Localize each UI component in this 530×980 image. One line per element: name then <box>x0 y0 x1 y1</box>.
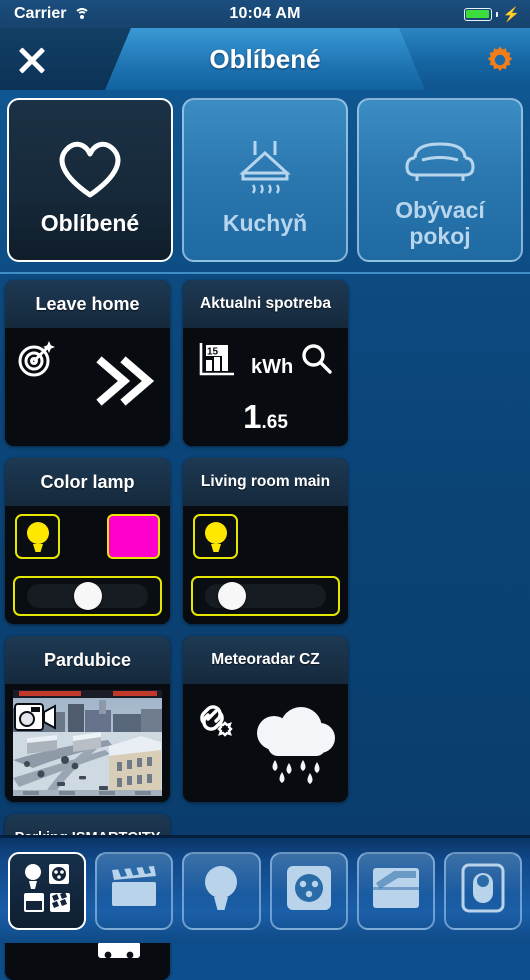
slider-knob[interactable] <box>218 582 247 610</box>
room-tab-label: Kuchyň <box>222 210 308 237</box>
light-bulb-icon[interactable] <box>15 514 60 559</box>
tile-header: Meteoradar CZ <box>183 636 348 684</box>
clock-label: 10:04 AM <box>229 5 301 22</box>
tab-blinds[interactable] <box>356 851 435 930</box>
thermostat-icon <box>459 863 507 918</box>
room-tab-label: Oblíbené <box>40 210 140 237</box>
tab-thermostat[interactable] <box>443 851 523 930</box>
tile-title: Pardubice <box>43 649 132 670</box>
light-bulb-icon[interactable] <box>193 514 238 559</box>
consumption-value-integer: 1 <box>243 398 262 435</box>
tile-living-room-main[interactable]: Living room main <box>183 458 348 624</box>
tile-title: Leave home <box>35 293 140 314</box>
tile-body <box>183 506 348 624</box>
tile-title: Color lamp <box>40 471 135 492</box>
double-chevron-right-icon <box>94 350 156 417</box>
target-scene-icon <box>16 338 58 385</box>
tile-body <box>5 506 170 624</box>
rain-cloud-icon <box>244 700 338 791</box>
socket-outlet-icon <box>284 863 334 918</box>
tile-leave-home[interactable]: Leave home <box>5 280 170 446</box>
battery-cap <box>495 11 498 17</box>
wifi-icon <box>73 7 90 21</box>
tile-title: Living room main <box>200 473 331 490</box>
slider-knob[interactable] <box>73 582 102 610</box>
consumption-value: 1.65 <box>183 398 348 436</box>
tile-body: 15 kWh 1.65 <box>183 328 348 446</box>
link-chain-icon <box>195 698 235 743</box>
consumption-value-decimal: .65 <box>261 412 288 433</box>
room-tab-label: Obývací pokoj <box>395 197 485 249</box>
room-tab-kitchen[interactable]: Kuchyň <box>182 98 348 262</box>
tile-body <box>5 328 170 446</box>
status-bar: Carrier 10:04 AM ⚡ <box>0 0 530 28</box>
room-tab-livingroom[interactable]: Obývací pokoj <box>357 98 523 262</box>
tile-color-lamp[interactable]: Color lamp <box>5 458 170 624</box>
tab-scenes[interactable] <box>95 851 174 930</box>
color-swatch[interactable] <box>107 514 160 559</box>
consumption-unit: kWh <box>251 356 294 378</box>
room-tab-strip: Oblíbené Kuchyň Obývací pokoj <box>0 90 530 272</box>
chart-badge-value: 15 <box>207 347 219 358</box>
tile-consumption[interactable]: Aktualni spotreba 15 kWh 1.65 <box>183 280 348 446</box>
tile-header: Aktualni spotreba <box>183 280 348 328</box>
tab-all-devices[interactable] <box>8 851 87 930</box>
magnifier-icon[interactable] <box>300 342 334 381</box>
tile-grid: Leave home Aktualni spotreba 15 kWh 1.65… <box>0 272 530 980</box>
close-x-icon[interactable] <box>10 38 54 82</box>
scenes-clapper-icon <box>108 865 160 915</box>
battery-full-icon <box>463 7 492 21</box>
tile-header: Leave home <box>5 280 170 328</box>
tile-header: Color lamp <box>5 458 170 506</box>
tile-body <box>183 684 348 802</box>
tile-header: Living room main <box>183 458 348 506</box>
blinds-shutter-icon <box>370 865 422 916</box>
dimmer-slider[interactable] <box>13 576 162 616</box>
status-bar-left: Carrier <box>0 5 180 23</box>
heart-icon <box>53 123 127 201</box>
range-hood-icon <box>225 123 305 201</box>
tile-title: Aktualni spotreba <box>200 295 331 312</box>
tile-body <box>5 684 170 802</box>
gear-icon[interactable] <box>478 38 522 82</box>
app-header: Oblíbené <box>0 28 530 90</box>
carrier-label: Carrier <box>14 5 67 22</box>
tile-title: Meteoradar CZ <box>211 651 320 668</box>
armchair-icon <box>397 110 483 188</box>
tab-sockets[interactable] <box>269 851 348 930</box>
dimmer-slider[interactable] <box>191 576 340 616</box>
tile-meteoradar[interactable]: Meteoradar CZ <box>183 636 348 802</box>
all-devices-icon <box>19 860 75 921</box>
tab-lighting[interactable] <box>182 851 261 930</box>
tile-header: Pardubice <box>5 636 170 684</box>
bottom-tab-bar <box>0 835 530 943</box>
tile-camera-pardubice[interactable]: Pardubice <box>5 636 170 802</box>
status-bar-right: ⚡ <box>350 7 530 21</box>
video-camera-icon <box>13 698 57 741</box>
room-tab-favourites[interactable]: Oblíbené <box>7 98 173 262</box>
page-title: Oblíbené <box>209 43 321 74</box>
lightning-bolt-icon: ⚡ <box>502 6 520 22</box>
lighting-bulb-icon <box>200 863 242 918</box>
bar-chart-icon: 15 <box>197 340 237 383</box>
